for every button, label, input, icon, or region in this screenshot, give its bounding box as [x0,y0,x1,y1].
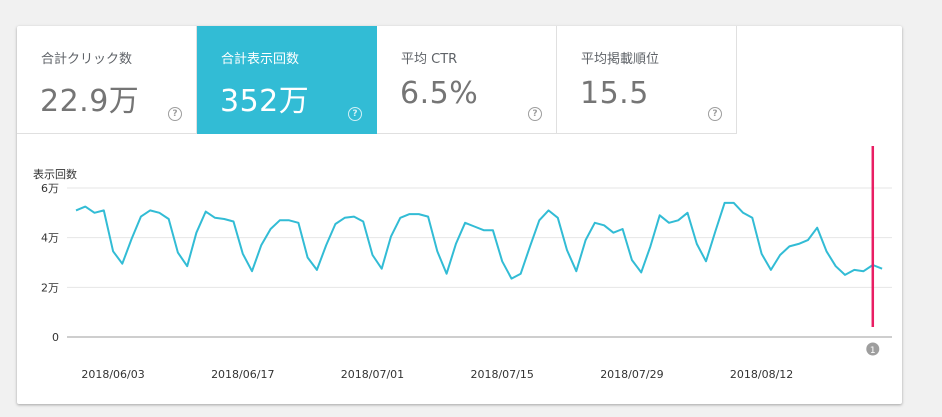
y-tick-label: 6万 [41,182,59,195]
metric-total-impressions[interactable]: 合計表示回数 352万 ? [197,26,377,134]
line-chart-svg: 0 2万 4万 6万 2018/06/03 2018/06/17 2018/07/01 201… [41,146,892,381]
x-tick-label: 2018/08/12 [730,368,793,381]
performance-card: 合計クリック数 22.9万 ? 合計表示回数 352万 ? 平均 CTR 6.5… [17,26,902,404]
metric-value: 6.5% [400,76,479,111]
x-tick-label: 2018/07/01 [341,368,404,381]
metric-total-clicks[interactable]: 合計クリック数 22.9万 ? [17,26,197,134]
metric-average-ctr[interactable]: 平均 CTR 6.5% ? [377,26,557,134]
metric-label: 合計表示回数 [221,52,300,67]
help-icon[interactable]: ? [168,107,182,121]
x-tick-label: 2018/07/15 [470,368,533,381]
metric-value: 352万 [220,84,310,119]
help-icon[interactable]: ? [348,107,362,121]
impressions-chart: 表示回数 0 2万 4万 6万 2018/06/03 2018/06/17 2018/07/… [17,134,902,404]
metric-label: 合計クリック数 [41,52,133,67]
y-tick-label: 2万 [41,281,59,294]
y-tick-label: 0 [52,331,59,344]
metric-average-position[interactable]: 平均掲載順位 15.5 ? [557,26,737,134]
metric-tabs: 合計クリック数 22.9万 ? 合計表示回数 352万 ? 平均 CTR 6.5… [17,26,737,134]
annotation-badge-label: 1 [870,346,876,356]
metric-label: 平均 CTR [401,52,458,67]
x-tick-label: 2018/06/17 [211,368,274,381]
x-tick-label: 2018/07/29 [600,368,663,381]
help-icon[interactable]: ? [708,107,722,121]
help-icon[interactable]: ? [528,107,542,121]
metric-value: 22.9万 [40,84,140,119]
x-tick-label: 2018/06/03 [81,368,144,381]
y-tick-label: 4万 [41,232,59,245]
metric-label: 平均掲載順位 [581,52,660,67]
impressions-series-line [75,201,883,280]
metric-value: 15.5 [580,76,649,111]
